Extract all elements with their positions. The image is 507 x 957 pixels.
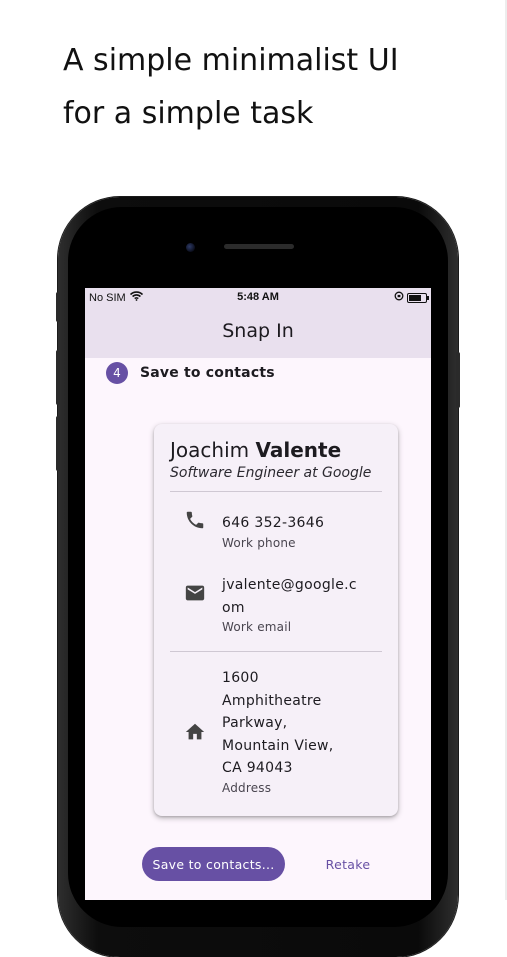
email-entry[interactable]: jvalente@google.c om Work email: [222, 574, 372, 636]
address-entry[interactable]: 1600 Amphitheatre Parkway, Mountain View…: [222, 667, 372, 797]
battery-level: [409, 294, 421, 301]
power-button: [456, 352, 460, 408]
address-line: Amphitheatre: [222, 692, 322, 709]
step-header: 4 Save to contacts: [106, 362, 275, 384]
step-number-badge: 4: [106, 362, 128, 384]
phone-label: Work phone: [222, 535, 296, 550]
app-bar: Snap In: [85, 308, 431, 358]
email-value-line-2: om: [222, 599, 245, 616]
step-title: Save to contacts: [140, 365, 275, 381]
orientation-lock-icon: [394, 291, 404, 304]
address-line: CA 94043: [222, 760, 293, 776]
address-line: 1600: [222, 670, 259, 686]
phone-icon: [184, 509, 206, 531]
phone-entry[interactable]: 646 352-3646 Work phone: [222, 512, 372, 552]
address-line: Parkway,: [222, 715, 288, 731]
retake-button[interactable]: Retake: [317, 847, 379, 881]
earpiece-speaker: [224, 244, 294, 249]
email-label: Work email: [222, 620, 292, 634]
home-icon: [184, 721, 206, 743]
battery-icon: [407, 292, 429, 303]
save-to-contacts-button[interactable]: Save to contacts...: [142, 847, 285, 881]
mail-icon: [184, 582, 206, 604]
address-line: Mountain View,: [222, 737, 334, 754]
volume-up-button: [56, 350, 60, 405]
headline-line-2: for a simple task: [63, 96, 314, 131]
status-bar: No SIM 5:48 AM: [85, 288, 431, 308]
contact-name: Joachim Valente: [170, 438, 341, 462]
card-divider: [170, 651, 382, 652]
status-time: 5:48 AM: [237, 291, 279, 303]
marketing-headline: A simple minimalist UI for a simple task: [63, 34, 463, 140]
contact-card: Joachim Valente Software Engineer at Goo…: [154, 424, 398, 816]
contact-job-title: Software Engineer at Google: [170, 465, 372, 481]
contact-last-name: Valente: [255, 438, 342, 462]
front-camera: [186, 243, 195, 252]
app-title: Snap In: [222, 320, 294, 342]
address-label: Address: [222, 780, 272, 795]
headline-line-1: A simple minimalist UI: [63, 43, 399, 78]
mute-switch: [56, 292, 60, 322]
card-divider: [170, 491, 382, 492]
phone-value: 646 352-3646: [222, 515, 325, 531]
email-value-line-1: jvalente@google.c: [222, 577, 357, 593]
contact-first-name: Joachim: [170, 438, 250, 462]
volume-down-button: [56, 416, 60, 471]
phone-screen: No SIM 5:48 AM Snap In 4 Save to contact…: [85, 288, 431, 900]
